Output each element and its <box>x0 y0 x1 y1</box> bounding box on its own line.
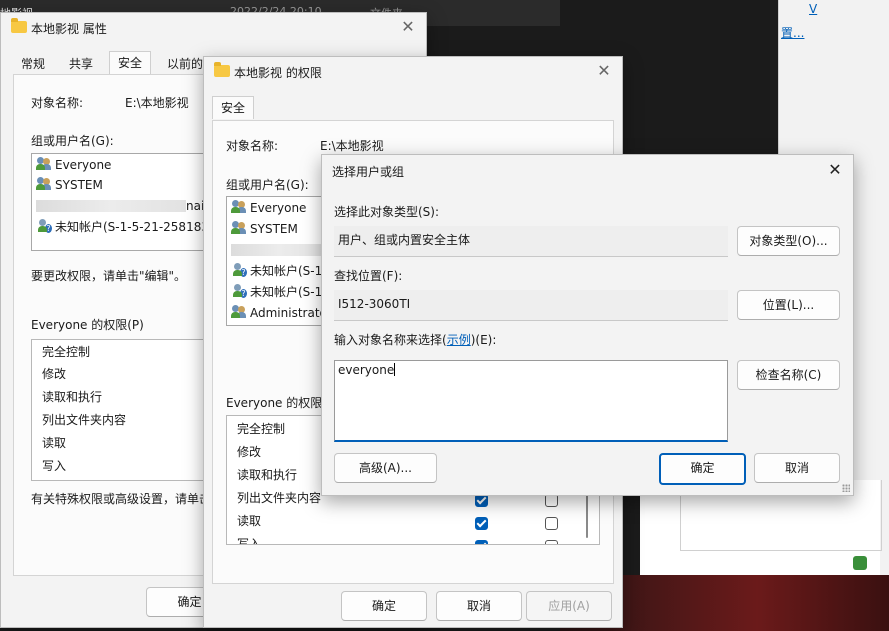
permissions-titlebar: 本地影视 的权限 ✕ <box>204 57 622 87</box>
check-names-button[interactable]: 检查名称(C) <box>737 360 840 390</box>
redacted-name <box>36 200 186 212</box>
list-item[interactable]: ? 未知帐户(S-1 <box>231 282 322 302</box>
perm-row: 修改 <box>42 367 67 381</box>
perm-row: 完全控制 <box>237 422 286 436</box>
tray-icon <box>853 556 867 570</box>
perm-row: 写入 <box>42 459 67 473</box>
list-item[interactable]: Everyone <box>231 198 306 218</box>
perm-row: 列出文件夹内容 <box>42 413 127 427</box>
folder-icon <box>11 18 27 33</box>
users-icon <box>231 221 247 235</box>
text-caret <box>394 363 396 376</box>
object-name-value: E:\本地影视 <box>320 139 384 153</box>
deny-checkbox[interactable] <box>545 540 558 544</box>
perm-row: 读取 <box>237 514 262 528</box>
resize-grip-icon[interactable] <box>842 484 850 492</box>
group-label: 组或用户名(G): <box>226 178 309 192</box>
user-list[interactable]: Everyone SYSTEM ? 未知帐户(S-1 ? 未知帐户(S-1 Admi… <box>226 196 328 326</box>
allow-checkbox[interactable] <box>475 517 488 530</box>
list-item[interactable]: SYSTEM <box>231 219 298 239</box>
perm-row: 读取和执行 <box>237 468 298 482</box>
tab-security[interactable]: 安全 <box>212 96 255 119</box>
right-link-1[interactable]: V <box>809 2 817 16</box>
permissions-title-text: 本地影视 的权限 <box>234 66 322 80</box>
examples-link[interactable]: 示例 <box>447 333 471 347</box>
select-users-dialog: 选择用户或组 ✕ 选择此对象类型(S): 用户、组或内置安全主体 对象类型(O)… <box>321 154 854 496</box>
unknown-user-icon: ? <box>231 284 247 298</box>
users-icon <box>36 157 52 171</box>
cancel-button[interactable]: 取消 <box>436 591 522 621</box>
ok-button[interactable]: 确定 <box>341 591 427 621</box>
list-item[interactable] <box>231 240 326 260</box>
deny-checkbox[interactable] <box>545 517 558 530</box>
list-item[interactable]: ? 未知帐户(S-1 <box>231 261 322 281</box>
input-label: 输入对象名称来选择(示例)(E): <box>334 333 497 347</box>
folder-icon <box>214 62 230 77</box>
locations-button[interactable]: 位置(L)... <box>737 290 840 320</box>
perm-row: 读取和执行 <box>42 390 103 404</box>
cancel-button[interactable]: 取消 <box>754 453 840 483</box>
object-name-label: 对象名称: <box>226 139 279 153</box>
user-list[interactable]: Everyone SYSTEM nai ? 未知帐户(S-1-5-21-25818… <box>31 153 218 251</box>
object-name-value: E:\本地影视 <box>125 96 189 110</box>
users-icon <box>231 200 247 214</box>
dialog-titlebar: 选择用户或组 ✕ <box>322 155 853 187</box>
object-type-field: 用户、组或内置安全主体 <box>334 226 728 257</box>
object-types-button[interactable]: 对象类型(O)... <box>737 226 840 256</box>
location-field: I512-3060TI <box>334 290 728 321</box>
object-type-label: 选择此对象类型(S): <box>334 205 440 219</box>
close-icon[interactable]: ✕ <box>398 17 418 37</box>
perm-row: 读取 <box>42 436 67 450</box>
perm-row: 列出文件夹内容 <box>237 491 322 505</box>
close-icon[interactable]: ✕ <box>594 61 614 81</box>
list-item[interactable]: Administrato <box>231 303 327 323</box>
permissions-title: Everyone 的权限(P) <box>31 318 144 332</box>
right-link-2[interactable]: 置... <box>781 24 804 41</box>
close-icon[interactable]: ✕ <box>825 160 845 180</box>
ok-button[interactable]: 确定 <box>659 453 746 485</box>
redacted-name <box>231 244 326 256</box>
tab-general[interactable]: 常规 <box>13 53 53 75</box>
permissions-title: Everyone 的权限( <box>226 396 327 410</box>
perm-row: 修改 <box>237 445 262 459</box>
list-item[interactable]: nai <box>36 196 204 216</box>
permissions-list: 完全控制 修改 读取和执行 列出文件夹内容 读取 写入 <box>31 339 218 481</box>
users-icon <box>36 177 52 191</box>
perm-row: 写入 <box>237 537 262 545</box>
list-item[interactable]: ? 未知帐户(S-1-5-21-258183 <box>36 217 209 237</box>
tab-sharing[interactable]: 共享 <box>61 53 101 75</box>
list-item[interactable]: Everyone <box>36 155 111 175</box>
object-name-label: 对象名称: <box>31 96 84 110</box>
unknown-user-icon: ? <box>231 263 247 277</box>
edit-hint: 要更改权限，请单击"编辑"。 <box>31 269 187 283</box>
location-label: 查找位置(F): <box>334 269 403 283</box>
users-icon <box>231 305 247 319</box>
unknown-user-icon: ? <box>36 219 52 233</box>
properties-titlebar: 本地影视 属性 ✕ <box>1 13 426 43</box>
advanced-button[interactable]: 高级(A)... <box>334 453 437 483</box>
group-label: 组或用户名(G): <box>31 134 114 148</box>
advanced-hint: 有关特殊权限或高级设置，请单击 <box>31 492 212 506</box>
tab-security[interactable]: 安全 <box>109 51 152 74</box>
list-item[interactable]: SYSTEM <box>36 175 103 195</box>
dialog-title: 选择用户或组 <box>332 165 405 179</box>
allow-checkbox[interactable] <box>475 540 488 544</box>
apply-button[interactable]: 应用(A) <box>526 591 612 621</box>
perm-row: 完全控制 <box>42 345 91 359</box>
object-names-input[interactable]: everyone <box>334 360 728 442</box>
properties-title: 本地影视 属性 <box>31 22 107 36</box>
